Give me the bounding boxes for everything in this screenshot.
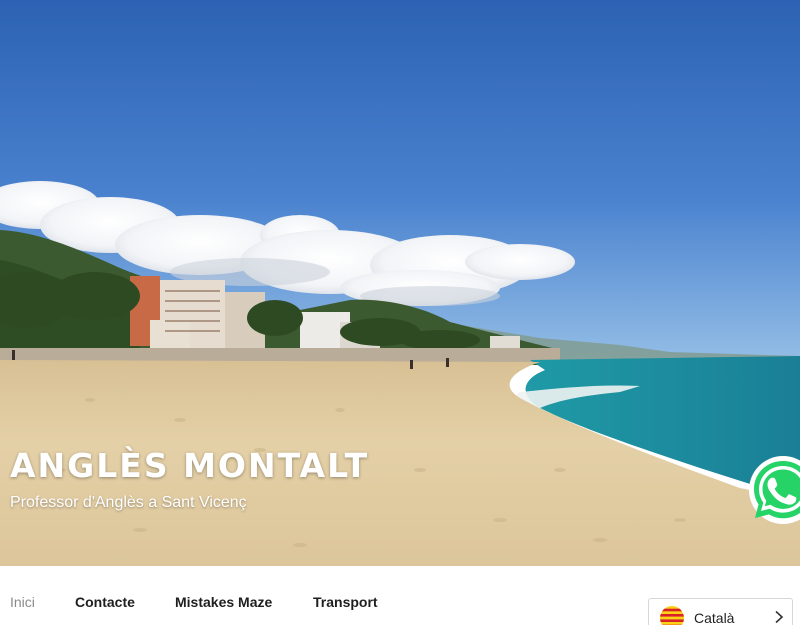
language-label: Català [694, 610, 735, 625]
nav-item-mistakes-maze[interactable]: Mistakes Maze [175, 594, 272, 610]
nav-item-transport[interactable]: Transport [313, 594, 378, 610]
nav-item-inici[interactable]: Inici [10, 594, 35, 610]
language-switcher[interactable]: Català [648, 598, 793, 625]
chevron-right-icon [773, 610, 785, 624]
nav-item-contacte[interactable]: Contacte [75, 594, 135, 610]
site-tagline: Professor d'Anglès a Sant Vicenç [10, 494, 247, 511]
whatsapp-icon[interactable] [745, 452, 800, 528]
catalan-flag-icon [660, 606, 684, 625]
main-navigation: Inici Contacte Mistakes Maze Transport C… [0, 566, 800, 625]
hero-banner: ANGLÈS MONTALT Professor d'Anglès a Sant… [0, 0, 800, 566]
site-title: ANGLÈS MONTALT [10, 446, 370, 485]
